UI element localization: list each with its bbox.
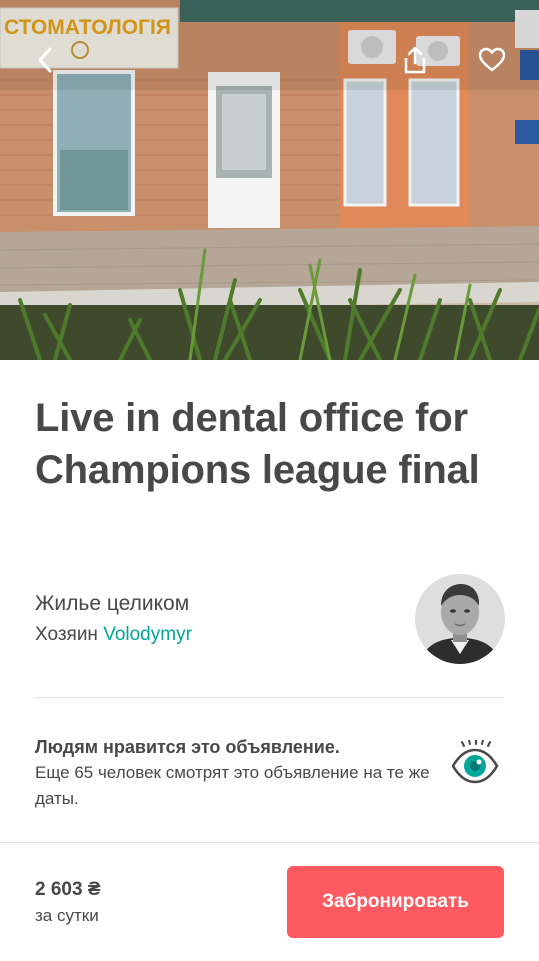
share-button[interactable] [397,42,433,78]
host-line: Хозяин Volodymyr [35,620,395,650]
host-portrait [415,574,505,664]
building-photo: СТОМАТОЛОГІЯ [0,0,539,360]
favorite-button[interactable] [474,42,510,78]
chevron-left-icon [38,47,52,73]
listing-summary: Жилье целиком Хозяин Volodymyr [35,589,395,650]
price-block: 2 603 ₴ за сутки [35,876,101,928]
heart-icon [478,47,506,72]
price-period: за сутки [35,906,99,925]
section-divider [35,697,504,698]
listing-title: Live in dental office for Champions leag… [35,396,480,492]
eye-icon [451,740,499,784]
listing-type: Жилье целиком [35,592,190,615]
share-icon [404,46,426,74]
host-name-link[interactable]: Volodymyr [103,624,192,645]
book-button[interactable]: Забронировать [287,866,504,938]
highlight-text: Еще 65 человек смотрят это объявление на… [35,763,430,808]
host-avatar[interactable] [415,574,505,664]
popularity-highlight: Людям нравится это объявление. Еще 65 че… [35,734,435,812]
price-amount: 2 603 ₴ [35,879,101,900]
back-button[interactable] [27,42,63,78]
host-prefix: Хозяин [35,624,98,645]
highlight-title: Людям нравится это объявление. [35,737,340,757]
listing-photo[interactable]: СТОМАТОЛОГІЯ [0,0,539,360]
